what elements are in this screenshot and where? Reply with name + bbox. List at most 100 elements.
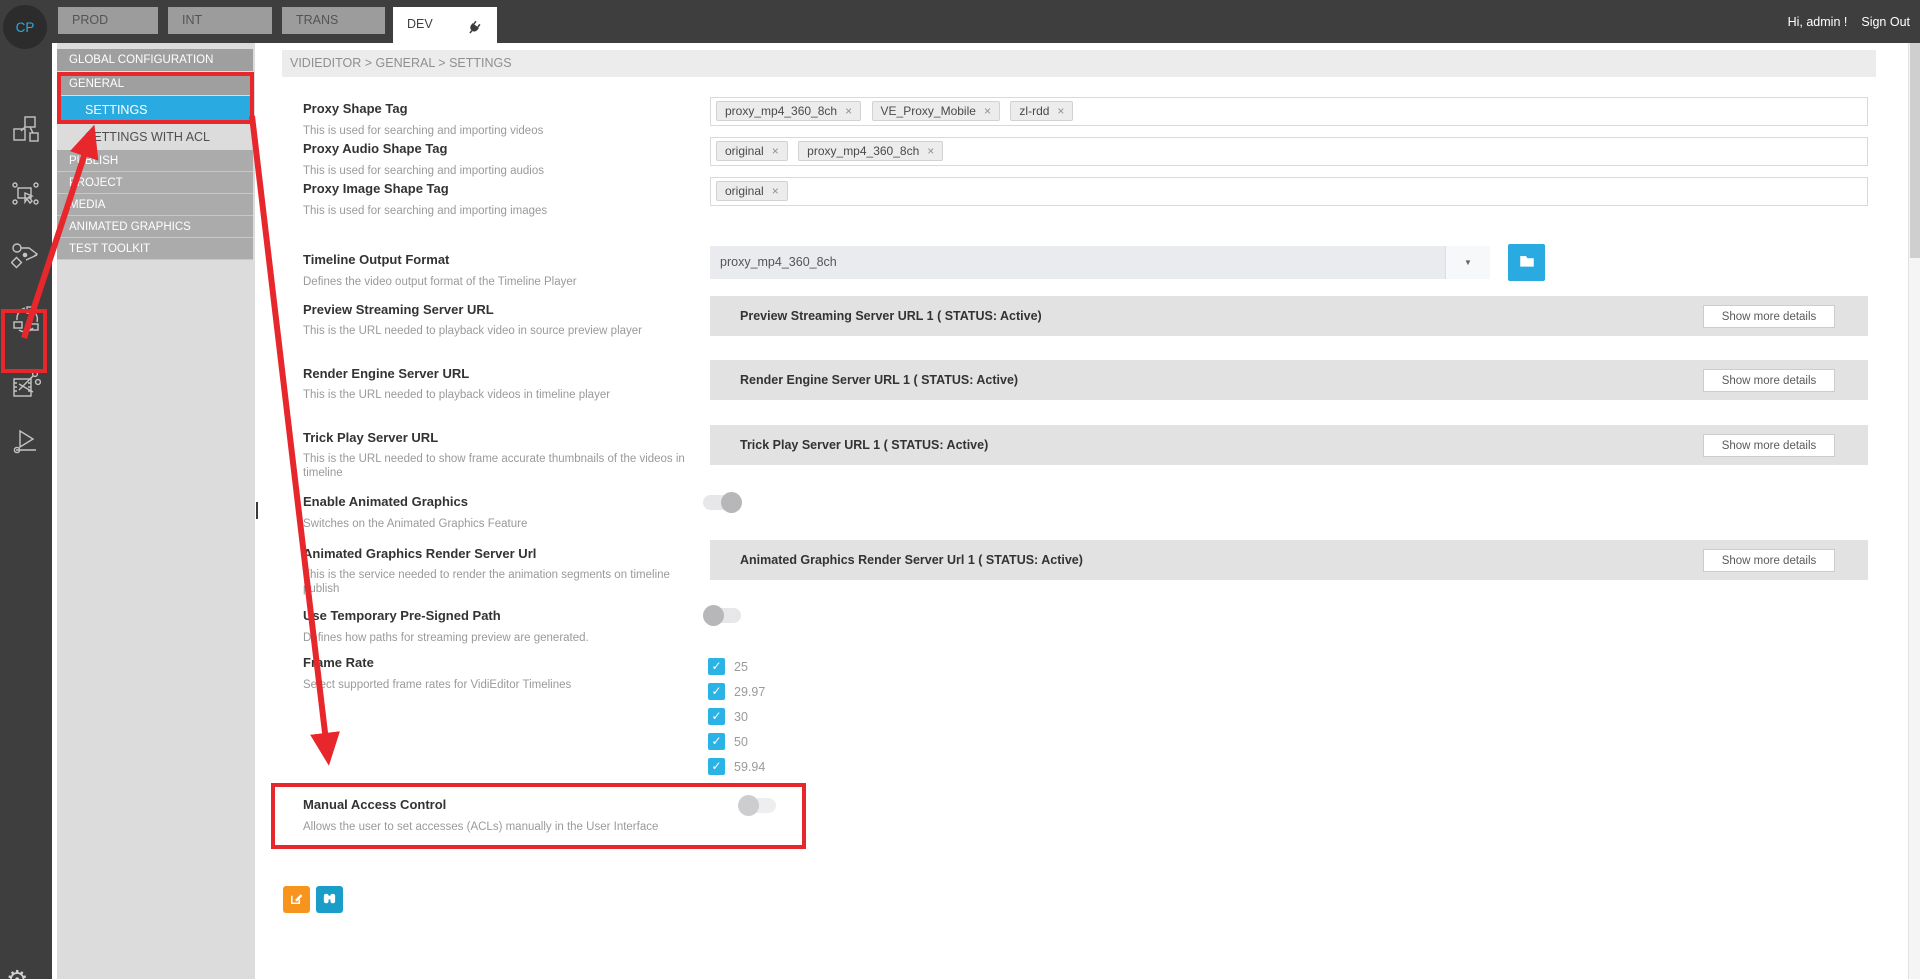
avatar-initials: CP [16, 20, 35, 35]
sidebar-item-settings-with-acl[interactable]: SETTINGS WITH ACL [57, 126, 253, 149]
tag-label: original [725, 184, 764, 198]
tag-chip: zl-rdd× [1010, 101, 1073, 121]
show-more-details-button[interactable]: Show more details [1703, 549, 1835, 572]
tag-chip: proxy_mp4_360_8ch × [716, 101, 861, 121]
show-more-details-button[interactable]: Show more details [1703, 369, 1835, 392]
checkbox-checked[interactable]: ✓ [708, 658, 725, 675]
chevron-down-icon[interactable]: ▼ [1445, 246, 1490, 279]
sign-out-link[interactable]: Sign Out [1861, 15, 1910, 29]
top-bar: PROD INT TRANS DEV Hi, admin ! Sign Out [0, 0, 1920, 43]
framerate-label: 29.97 [734, 685, 765, 699]
sidebar-item-global-configuration[interactable]: GLOBAL CONFIGURATION [57, 49, 253, 71]
framerate-option: ✓ 59.94 [708, 758, 765, 775]
env-tab-prod[interactable]: PROD [58, 7, 158, 34]
sidebar-item-test-toolkit[interactable]: TEST TOOLKIT [57, 238, 253, 260]
remove-tag-icon[interactable]: × [927, 144, 934, 158]
binoculars-icon [322, 891, 337, 909]
framerate-label: 30 [734, 710, 748, 724]
setting-description: Select supported frame rates for VidiEdi… [303, 678, 571, 692]
setting-description: This is the service needed to render the… [303, 568, 698, 596]
proxy-image-shape-tag-input[interactable]: original × [710, 177, 1868, 206]
edit-icon [289, 891, 304, 909]
tag-chip: proxy_mp4_360_8ch × [798, 141, 943, 161]
env-tab-int[interactable]: INT [168, 7, 272, 34]
setting-description: This is the URL needed to playback video… [303, 324, 642, 338]
tag-chip: VE_Proxy_Mobile × [872, 101, 1000, 121]
show-more-details-button[interactable]: Show more details [1703, 305, 1835, 328]
use-temporary-pre-signed-path-toggle[interactable] [703, 605, 743, 626]
remove-tag-icon[interactable]: × [772, 144, 779, 158]
setting-label: Manual Access Control [303, 797, 446, 812]
tag-chip: original× [716, 141, 788, 161]
gears-icon[interactable]: ⚙⚙ [6, 965, 42, 979]
gear-glyph: ⚙ [6, 965, 28, 979]
setting-label: Use Temporary Pre-Signed Path [303, 608, 501, 623]
browse-folder-button[interactable] [1508, 244, 1545, 281]
sidebar-item-publish[interactable]: PUBLISH [57, 150, 253, 172]
setting-description: Defines how paths for streaming preview … [303, 631, 589, 645]
setting-description: This is used for searching and importing… [303, 204, 547, 218]
selected-value: proxy_mp4_360_8ch [720, 246, 837, 279]
framerate-option: ✓ 50 [708, 733, 748, 750]
tag-label: proxy_mp4_360_8ch [807, 144, 919, 158]
show-more-details-button[interactable]: Show more details [1703, 434, 1835, 457]
player-icon[interactable] [11, 426, 41, 456]
server-url-panel: Trick Play Server URL 1 ( STATUS: Active… [710, 425, 1868, 465]
checkbox-checked[interactable]: ✓ [708, 733, 725, 750]
setting-description: This is used for searching and importing… [303, 164, 544, 178]
env-tab-dev[interactable]: DEV [393, 7, 497, 43]
sidebar-item-animated-graphics[interactable]: ANIMATED GRAPHICS [57, 216, 253, 238]
remove-tag-icon[interactable]: × [772, 184, 779, 198]
env-tab-trans[interactable]: TRANS [282, 7, 385, 34]
setting-label: Render Engine Server URL [303, 366, 469, 381]
user-greeting: Hi, admin ! [1788, 15, 1848, 29]
setting-description: Defines the video output format of the T… [303, 275, 577, 289]
interaction-icon[interactable] [11, 179, 41, 209]
env-tab-label: INT [182, 13, 202, 27]
framerate-label: 59.94 [734, 760, 765, 774]
proxy-audio-shape-tag-input[interactable]: original× proxy_mp4_360_8ch × [710, 137, 1868, 166]
tag-label: VE_Proxy_Mobile [881, 104, 976, 118]
avatar[interactable]: CP [3, 5, 47, 49]
search-button[interactable] [316, 886, 343, 913]
env-tab-label: TRANS [296, 13, 338, 27]
sidebar-item-general[interactable]: GENERAL [57, 73, 253, 95]
server-url-title: Render Engine Server URL 1 ( STATUS: Act… [740, 360, 1018, 400]
remove-tag-icon[interactable]: × [1057, 104, 1064, 118]
sidebar-item-project[interactable]: PROJECT [57, 172, 253, 194]
setting-label: Animated Graphics Render Server Url [303, 546, 536, 561]
checkbox-checked[interactable]: ✓ [708, 708, 725, 725]
checkbox-checked[interactable]: ✓ [708, 683, 725, 700]
config-portal-app: PROD INT TRANS DEV Hi, admin ! Sign Out … [0, 0, 1920, 979]
checkbox-checked[interactable]: ✓ [708, 758, 725, 775]
manual-access-control-toggle[interactable] [738, 795, 778, 816]
videditor-icon[interactable] [11, 370, 41, 400]
sidebar-item-media[interactable]: MEDIA [57, 194, 253, 216]
tag-chip: original × [716, 181, 788, 201]
remove-tag-icon[interactable]: × [845, 104, 852, 118]
remove-tag-icon[interactable]: × [984, 104, 991, 118]
proxy-shape-tag-input[interactable]: proxy_mp4_360_8ch × VE_Proxy_Mobile × zl-r… [710, 97, 1868, 126]
tag-label: proxy_mp4_360_8ch [725, 104, 837, 118]
timeline-output-format-select[interactable]: proxy_mp4_360_8ch ▼ [710, 246, 1490, 279]
env-tab-label: DEV [407, 17, 433, 31]
sync-icon[interactable] [11, 304, 41, 334]
setting-description: Allows the user to set accesses (ACLs) m… [303, 820, 658, 834]
enable-animated-graphics-toggle[interactable] [703, 492, 743, 513]
setting-label: Frame Rate [303, 655, 374, 670]
framerate-label: 50 [734, 735, 748, 749]
sidebar-item-settings[interactable]: SETTINGS [57, 96, 253, 124]
edit-button[interactable] [283, 886, 310, 913]
framerate-label: 25 [734, 660, 748, 674]
flow-icon[interactable] [11, 240, 41, 270]
setting-label: Timeline Output Format [303, 252, 449, 267]
framerate-option: ✓ 30 [708, 708, 748, 725]
server-url-title: Trick Play Server URL 1 ( STATUS: Active… [740, 425, 988, 465]
setting-description: Switches on the Animated Graphics Featur… [303, 517, 527, 531]
breadcrumb: VIDIEDITOR > GENERAL > SETTINGS [282, 50, 1876, 77]
plug-icon [466, 13, 488, 35]
server-url-panel: Animated Graphics Render Server Url 1 ( … [710, 540, 1868, 580]
scrollbar-thumb[interactable] [1910, 43, 1920, 258]
cubes-icon[interactable] [11, 114, 41, 144]
setting-description: This is used for searching and importing… [303, 124, 543, 138]
